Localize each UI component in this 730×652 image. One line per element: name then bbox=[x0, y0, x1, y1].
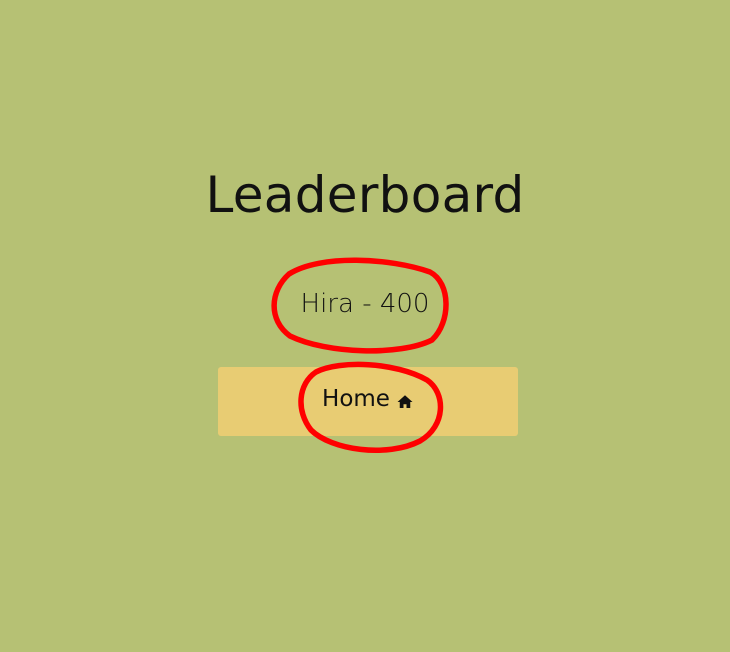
page-title: Leaderboard bbox=[205, 166, 525, 224]
leaderboard-page: Leaderboard Hira - 400 Home bbox=[0, 0, 730, 652]
home-icon bbox=[396, 393, 414, 411]
leaderboard-entry: Hira - 400 bbox=[300, 289, 430, 319]
red-annotation-overlay bbox=[271, 257, 449, 453]
home-button-label: Home bbox=[322, 385, 390, 412]
home-button[interactable]: Home bbox=[218, 367, 518, 436]
